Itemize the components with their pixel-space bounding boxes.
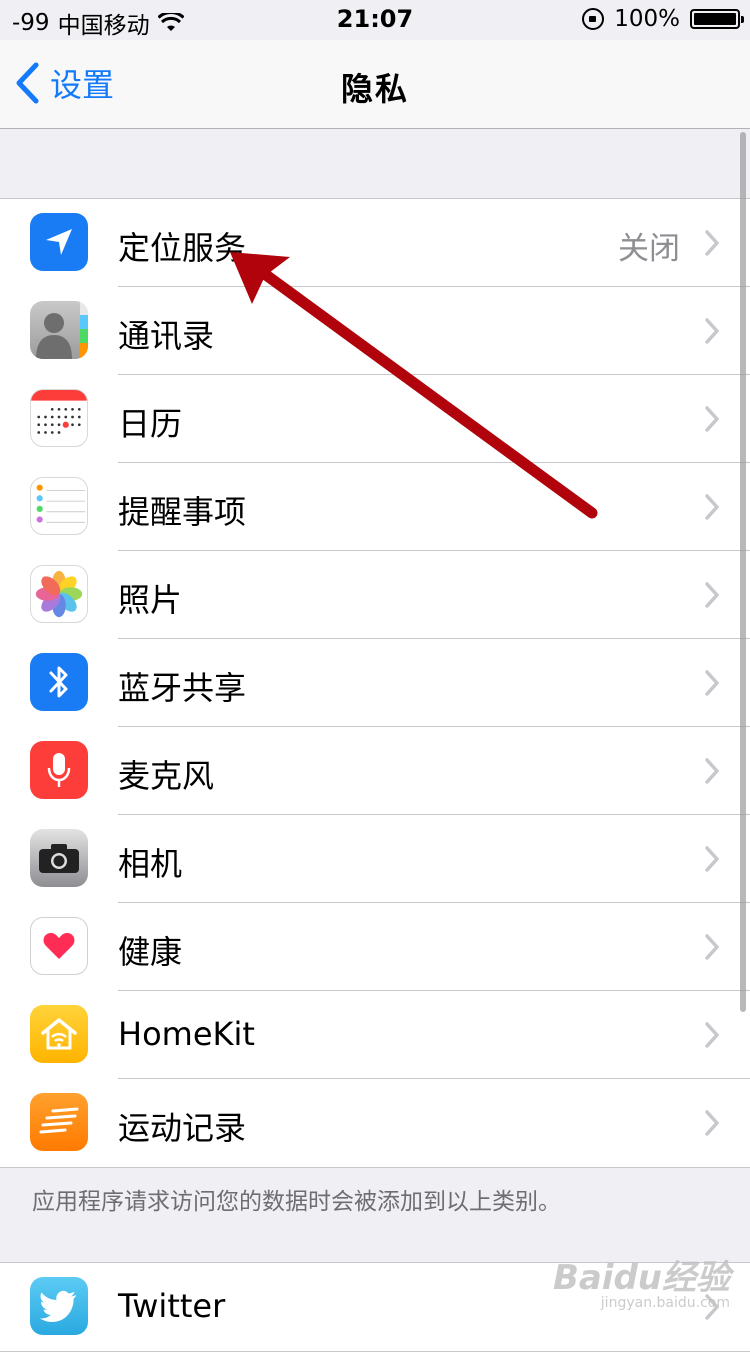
twitter-icon [30, 1277, 88, 1335]
chevron-right-icon [705, 846, 719, 872]
item-label: HomeKit [118, 1015, 255, 1053]
chevron-right-icon [705, 494, 719, 520]
privacy-item-calendar[interactable]: 日历 [0, 375, 750, 463]
battery-percent: 100% [614, 6, 680, 32]
page-title: 隐私 [340, 70, 409, 108]
scrollbar[interactable] [740, 132, 746, 1012]
heart-icon [30, 917, 88, 975]
privacy-item-location-services[interactable]: 定位服务 关闭 [0, 199, 750, 287]
chevron-right-icon [705, 1110, 719, 1136]
calendar-icon [30, 389, 88, 447]
item-label: 照片 [118, 581, 183, 619]
item-label: 运动记录 [118, 1109, 247, 1147]
item-label: 相机 [118, 845, 183, 883]
privacy-item-homekit[interactable]: HomeKit [0, 991, 750, 1079]
privacy-list: 定位服务 关闭 通讯录 日历 提醒事项 照片 蓝牙共享 麦克风 相机 健康 Ho… [0, 198, 750, 1168]
baidu-watermark: Baidu经验 jingyan.baidu.com [553, 1250, 730, 1311]
item-label: 提醒事项 [118, 493, 247, 531]
item-label: Twitter [118, 1287, 226, 1325]
chevron-right-icon [705, 934, 719, 960]
chevron-right-icon [705, 230, 719, 256]
item-label: 蓝牙共享 [118, 669, 247, 707]
camera-icon [30, 829, 88, 887]
status-right: 100% [582, 6, 744, 32]
item-label: 日历 [118, 405, 183, 443]
chevron-right-icon [705, 670, 719, 696]
privacy-item-motion-activity[interactable]: 运动记录 [0, 1079, 750, 1167]
watermark-brand: Baidu经验 [552, 1258, 730, 1298]
navigation-bar: 设置 隐私 [0, 40, 750, 129]
item-label: 通讯录 [118, 317, 215, 355]
microphone-icon [30, 741, 88, 799]
chevron-right-icon [705, 758, 719, 784]
homekit-icon [30, 1005, 88, 1063]
item-label: 麦克风 [118, 757, 215, 795]
privacy-item-photos[interactable]: 照片 [0, 551, 750, 639]
privacy-item-microphone[interactable]: 麦克风 [0, 727, 750, 815]
chevron-right-icon [705, 1022, 719, 1048]
chevron-right-icon [705, 318, 719, 344]
item-label: 健康 [118, 933, 183, 971]
motion-icon [30, 1093, 88, 1151]
chevron-right-icon [705, 406, 719, 432]
reminders-icon [30, 477, 88, 535]
rotation-lock-icon [582, 8, 605, 30]
privacy-item-reminders[interactable]: 提醒事项 [0, 463, 750, 551]
battery-icon [690, 9, 744, 29]
privacy-footer-note: 应用程序请求访问您的数据时会被添加到以上类别。 [32, 1189, 561, 1215]
privacy-item-health[interactable]: 健康 [0, 903, 750, 991]
photos-icon [30, 565, 88, 623]
chevron-right-icon [705, 582, 719, 608]
privacy-item-bluetooth-sharing[interactable]: 蓝牙共享 [0, 639, 750, 727]
bluetooth-icon [30, 653, 88, 711]
privacy-item-camera[interactable]: 相机 [0, 815, 750, 903]
privacy-item-contacts[interactable]: 通讯录 [0, 287, 750, 375]
contacts-icon [30, 301, 88, 359]
status-bar: -99 中国移动 21:07 100% [0, 0, 750, 40]
location-arrow-icon [30, 213, 88, 271]
item-value: 关闭 [618, 231, 680, 267]
item-label: 定位服务 [118, 229, 247, 267]
